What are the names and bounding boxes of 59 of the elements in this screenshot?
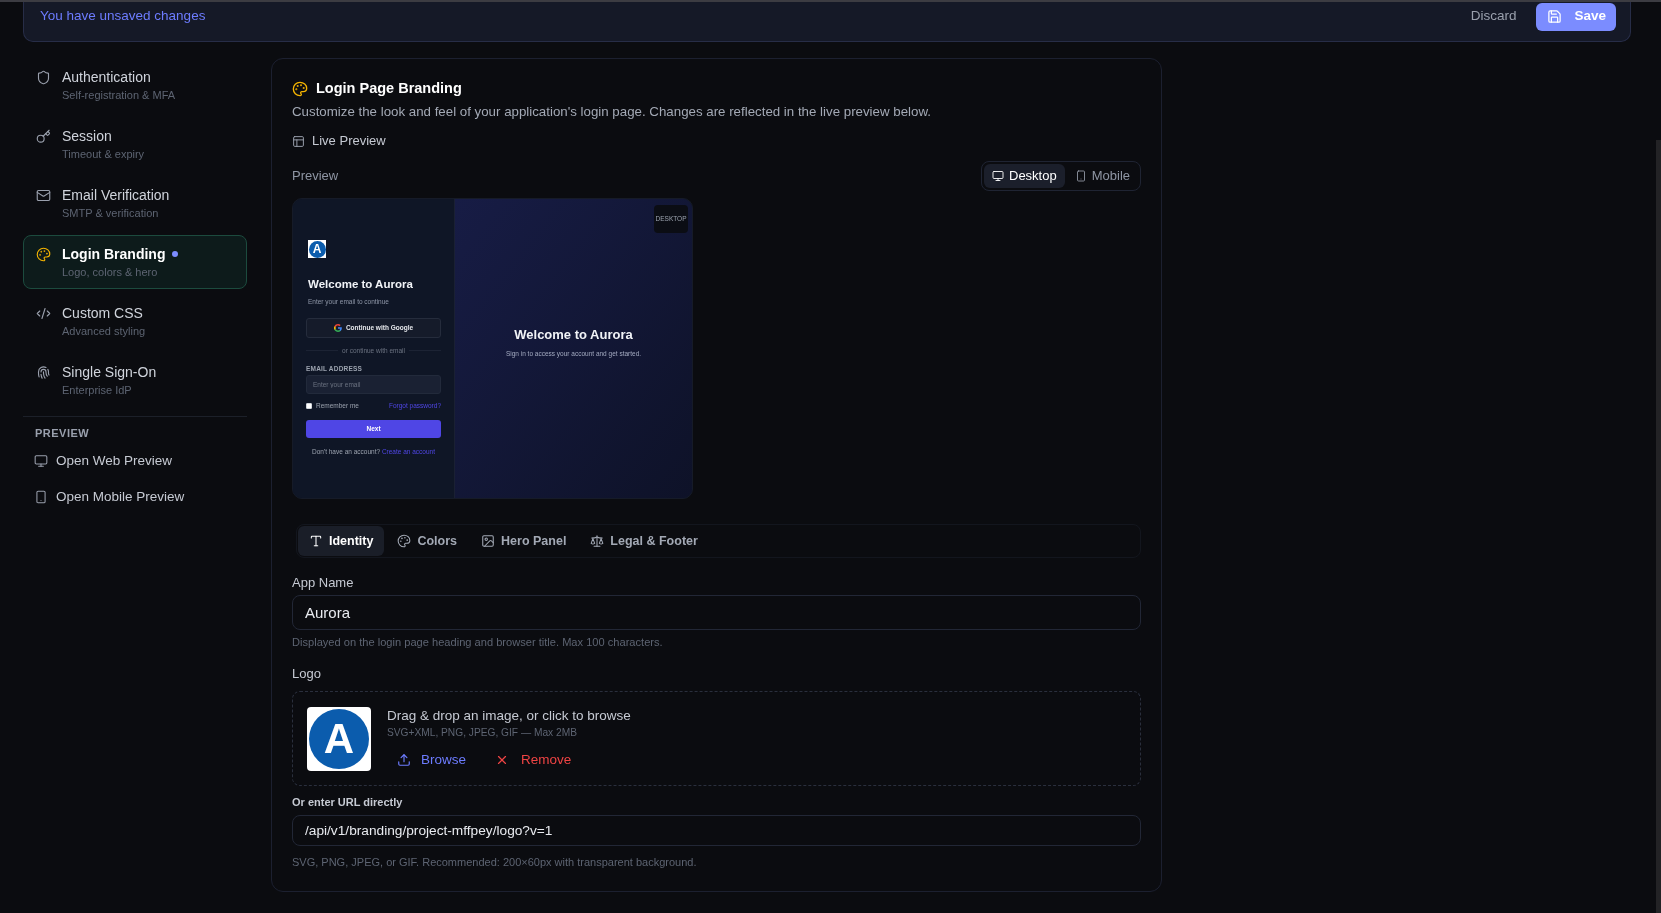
tab[interactable]: Colors: [386, 526, 469, 556]
discard-button[interactable]: Discard: [1470, 6, 1517, 27]
sidebar-item[interactable]: Session Timeout & expiry: [23, 117, 247, 171]
preview-label: Preview: [292, 167, 339, 186]
scale-icon: [590, 534, 605, 548]
remove-button[interactable]: Remove: [485, 746, 582, 774]
tab[interactable]: Hero Panel: [470, 526, 578, 556]
logo-label: Logo: [292, 666, 322, 682]
logo-image: A: [307, 707, 371, 771]
app-name-input[interactable]: Aurora: [292, 595, 1141, 630]
monitor-icon: [34, 454, 48, 468]
app-name-hint: Displayed on the login page heading and browser title. Max 100 characters.: [292, 635, 664, 649]
login-heading: Welcome to Aurora: [308, 277, 414, 291]
shield-icon: [36, 70, 51, 85]
upload-icon: [397, 753, 411, 767]
text-icon: [309, 534, 323, 548]
live-preview-label: Live Preview: [312, 132, 386, 151]
sidebar-item[interactable]: Login Branding Logo, colors & hero: [23, 235, 247, 289]
smartphone-icon: [1074, 170, 1087, 182]
envelope-icon: [36, 188, 51, 203]
logo-url-hint: SVG, PNG, JPEG, or GIF. Recommended: 200×60px with transparent background.: [292, 855, 698, 869]
checkbox[interactable]: [306, 402, 312, 409]
palette-icon: [36, 247, 51, 262]
dropzone-formats: SVG+XML, PNG, JPEG, GIF — Max 2MB: [387, 726, 578, 740]
sidebar-item[interactable]: Email Verification SMTP & verification: [23, 176, 247, 230]
device-toggle-option[interactable]: Mobile: [1066, 164, 1138, 188]
key-icon: [36, 129, 51, 144]
tab[interactable]: Identity: [298, 526, 385, 556]
save-icon: [1547, 9, 1563, 24]
app-name-label: App Name: [292, 575, 355, 591]
sidebar-item[interactable]: Custom CSS Advanced styling: [23, 294, 247, 348]
card-title: Login Page Branding: [316, 79, 462, 99]
preview-link[interactable]: Open Mobile Preview: [23, 482, 247, 512]
unsaved-changes-message: You have unsaved changes: [40, 7, 206, 26]
sidebar-item[interactable]: Single Sign-On Enterprise IdP: [23, 353, 247, 407]
close-icon: [495, 753, 509, 767]
preview-heading: PREVIEW: [35, 426, 91, 440]
palette-icon: [292, 81, 308, 97]
layout-icon: [292, 134, 305, 148]
g-logo-icon: [333, 324, 342, 332]
dropzone-text: Drag & drop an image, or click to browse: [387, 707, 631, 725]
fingerprint-icon: [36, 365, 51, 380]
logo-dropzone[interactable]: A Drag & drop an image, or click to browse SVG+XML, PNG, JPEG, GIF — Max 2MB Browse Remove: [292, 691, 1141, 786]
logo-url-input[interactable]: /api/v1/branding/project-mffpey/logo?v=1: [292, 815, 1141, 846]
scrollbar-thumb[interactable]: [1656, 140, 1661, 913]
preview-link[interactable]: Open Web Preview: [23, 446, 247, 476]
device-toggle-option[interactable]: Desktop: [984, 164, 1065, 188]
smartphone-icon: [34, 490, 48, 504]
hero-heading: Welcome to Aurora: [514, 327, 633, 343]
sidebar-item[interactable]: Authentication Self-registration & MFA: [23, 58, 247, 112]
image-icon: [481, 534, 496, 548]
browse-button[interactable]: Browse: [387, 746, 476, 774]
logo-url-label: Or enter URL directly: [292, 795, 404, 809]
code-icon: [36, 306, 51, 321]
monitor-icon: [992, 170, 1004, 182]
tab[interactable]: Legal & Footer: [579, 526, 709, 556]
logo-image: A: [308, 240, 326, 258]
palette-icon: [397, 534, 412, 548]
card-description: Customize the look and feel of your application's login page. Changes are reflected in the live preview below.: [292, 103, 932, 121]
